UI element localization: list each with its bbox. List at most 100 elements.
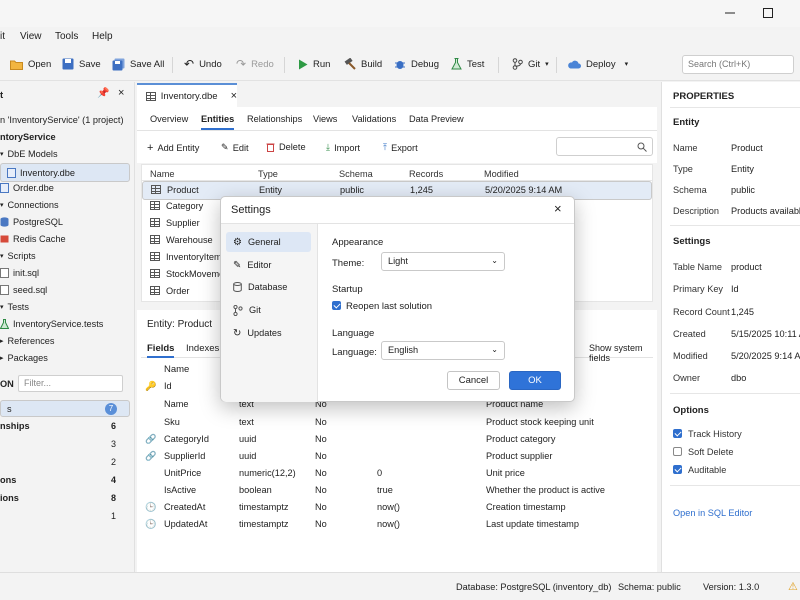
- save-all-button[interactable]: Save All: [112, 56, 164, 72]
- deploy-button[interactable]: Deploy ▾: [567, 56, 628, 72]
- tree-folder-scripts[interactable]: ▾ Scripts: [0, 248, 36, 264]
- close-icon[interactable]: ×: [231, 90, 237, 102]
- language-select[interactable]: English ⌄: [381, 341, 505, 360]
- add-entity-button[interactable]: + Add Entity: [147, 142, 199, 154]
- column-header-name[interactable]: Name: [150, 169, 175, 179]
- outline-filter-input[interactable]: Filter...: [18, 375, 123, 392]
- prop-value[interactable]: 5/15/2025 10:11 AM: [731, 329, 800, 339]
- table-row[interactable]: UnitPrice numeric(12,2) No 0 Unit price: [141, 465, 651, 482]
- run-button[interactable]: Run: [298, 56, 330, 72]
- tree-folder-models[interactable]: ▾ DbE Models: [0, 146, 58, 162]
- outline-item-relationships[interactable]: nships 6: [0, 418, 130, 434]
- nav-general[interactable]: ⚙ General: [226, 232, 311, 252]
- redo-button[interactable]: ↷ Redo: [236, 56, 274, 72]
- open-sql-editor-link[interactable]: Open in SQL Editor: [673, 508, 752, 518]
- tree-file-order[interactable]: Order.dbe: [0, 180, 54, 196]
- table-row[interactable]: 🕒 CreatedAt timestamptz No now() Creatio…: [141, 499, 651, 516]
- table-row[interactable]: 🔗 SupplierId uuid No Product supplier: [141, 448, 651, 465]
- save-button[interactable]: Save: [62, 56, 101, 72]
- prop-value[interactable]: 5/20/2025 9:14 AM: [731, 351, 800, 361]
- track-history-checkbox[interactable]: [673, 429, 682, 438]
- close-icon[interactable]: ×: [554, 201, 562, 216]
- prop-value[interactable]: Entity: [731, 164, 754, 174]
- prop-value[interactable]: Product: [731, 143, 763, 153]
- outline-item[interactable]: 2: [0, 454, 130, 470]
- prop-value[interactable]: product: [731, 262, 762, 272]
- prop-value[interactable]: Products available in: [731, 206, 800, 216]
- field-nullable: No: [315, 417, 327, 427]
- notification-icon[interactable]: ⚠: [788, 580, 798, 593]
- entity-search-input[interactable]: [556, 137, 653, 156]
- delete-button[interactable]: Delete: [266, 142, 306, 152]
- tree-file-seed[interactable]: seed.sql: [0, 282, 47, 298]
- test-button[interactable]: Test: [451, 56, 484, 72]
- minimize-icon[interactable]: [724, 7, 736, 19]
- tab-views[interactable]: Views: [313, 114, 337, 124]
- theme-select[interactable]: Light ⌄: [381, 252, 505, 271]
- ok-button[interactable]: OK: [509, 371, 561, 390]
- prop-value[interactable]: public: [731, 185, 755, 195]
- table-row[interactable]: Sku text No Product stock keeping unit: [141, 414, 651, 431]
- git-button[interactable]: Git ▾: [512, 56, 549, 72]
- undo-button[interactable]: ↶ Undo: [184, 56, 222, 72]
- reopen-last-solution-checkbox[interactable]: [332, 301, 341, 310]
- export-button[interactable]: ⤒ Export: [383, 142, 418, 153]
- tree-packages[interactable]: ▸ Packages: [0, 350, 48, 366]
- fields-column-name[interactable]: Name: [164, 364, 189, 375]
- table-icon: [150, 235, 160, 244]
- build-button[interactable]: Build: [344, 56, 382, 72]
- open-button[interactable]: Open: [10, 56, 51, 72]
- column-header-schema[interactable]: Schema: [339, 169, 373, 179]
- tab-data-preview[interactable]: Data Preview: [409, 114, 464, 124]
- tab-indexes[interactable]: Indexes: [186, 343, 219, 354]
- table-row[interactable]: IsActive boolean No true Whether the pro…: [141, 482, 651, 499]
- pin-icon[interactable]: 📌: [97, 88, 109, 99]
- column-header-modified[interactable]: Modified: [484, 169, 519, 179]
- outline-item-validations[interactable]: ons 4: [0, 472, 130, 488]
- outline-item-entities[interactable]: s7: [0, 400, 130, 417]
- tree-project[interactable]: ntoryService: [0, 129, 56, 145]
- tab-validations[interactable]: Validations: [352, 114, 396, 124]
- prop-value[interactable]: Id: [731, 284, 739, 294]
- prop-value[interactable]: dbo: [731, 373, 746, 383]
- prop-value[interactable]: 1,245: [731, 307, 754, 317]
- tree-folder-connections[interactable]: ▾ Connections: [0, 197, 59, 213]
- outline-item-functions[interactable]: ions 8: [0, 490, 130, 506]
- import-button[interactable]: ⤓ Import: [326, 142, 360, 153]
- tree-folder-tests[interactable]: ▾ Tests: [0, 299, 29, 315]
- cancel-button[interactable]: Cancel: [447, 371, 500, 390]
- edit-button[interactable]: ✎ Edit: [221, 142, 249, 153]
- outline-item[interactable]: 1: [0, 508, 130, 524]
- table-row[interactable]: 🕒 UpdatedAt timestamptz No now() Last up…: [141, 516, 651, 533]
- tab-fields[interactable]: Fields: [147, 343, 175, 358]
- soft-delete-checkbox[interactable]: [673, 447, 682, 456]
- menu-tools[interactable]: Tools: [55, 31, 78, 42]
- tab-overview[interactable]: Overview: [150, 114, 188, 124]
- tab-relationships[interactable]: Relationships: [247, 114, 302, 124]
- menu-help[interactable]: Help: [92, 31, 113, 42]
- debug-button[interactable]: Debug: [394, 56, 439, 72]
- nav-git[interactable]: Git: [226, 300, 311, 320]
- nav-updates[interactable]: ↻ Updates: [226, 323, 311, 343]
- column-header-type[interactable]: Type: [258, 169, 278, 179]
- document-tab-inventory[interactable]: Inventory.dbe ×: [137, 83, 237, 107]
- close-icon[interactable]: ×: [118, 87, 124, 99]
- column-header-records[interactable]: Records: [409, 169, 443, 179]
- tree-conn-redis[interactable]: Redis Cache: [0, 231, 66, 247]
- tab-entities[interactable]: Entities: [201, 114, 235, 130]
- tree-solution[interactable]: n 'InventoryService' (1 project): [0, 112, 124, 128]
- nav-editor[interactable]: ✎ Editor: [226, 255, 311, 275]
- maximize-icon[interactable]: [762, 7, 774, 19]
- table-row[interactable]: 🔗 CategoryId uuid No Product category: [141, 431, 651, 448]
- tree-file-init[interactable]: init.sql: [0, 265, 39, 281]
- tree-conn-postgres[interactable]: PostgreSQL: [0, 214, 63, 230]
- global-search-input[interactable]: Search (Ctrl+K): [682, 55, 794, 74]
- menu-edit[interactable]: it: [0, 31, 5, 42]
- tree-tests-project[interactable]: InventoryService.tests: [0, 316, 103, 332]
- add-entity-label: Add Entity: [157, 143, 200, 153]
- auditable-checkbox[interactable]: [673, 465, 682, 474]
- tree-references[interactable]: ▸ References: [0, 333, 55, 349]
- nav-database[interactable]: Database: [226, 277, 311, 297]
- menu-view[interactable]: View: [20, 31, 42, 42]
- outline-item[interactable]: 3: [0, 436, 130, 452]
